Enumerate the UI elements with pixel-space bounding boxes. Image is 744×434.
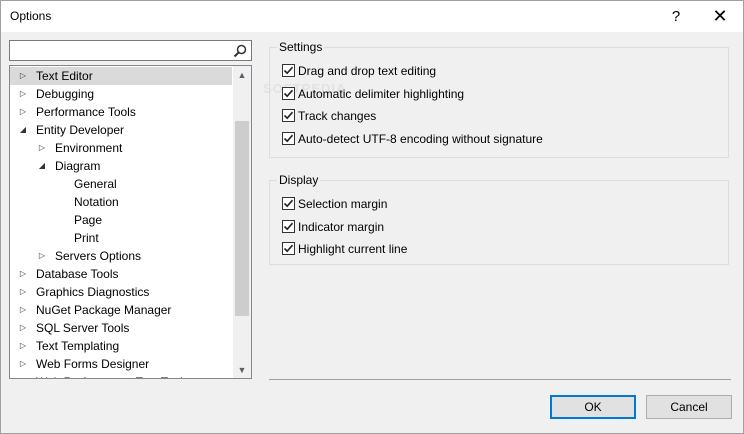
checkbox[interactable] <box>282 131 295 145</box>
checkmark-icon <box>283 111 294 120</box>
tree-item-label: General <box>74 177 117 191</box>
expand-arrow-icon[interactable]: ▷ <box>18 265 28 283</box>
expand-arrow-icon[interactable]: ▷ <box>18 355 28 373</box>
expand-arrow-icon[interactable]: ▷ <box>18 337 28 355</box>
tree-item[interactable]: ▷ NuGet Package Manager <box>10 301 232 319</box>
search-icon[interactable] <box>232 43 248 59</box>
settings-group-title: Settings <box>277 40 325 54</box>
expand-arrow-icon[interactable]: ▷ <box>37 247 47 265</box>
help-button[interactable]: ? <box>660 1 692 32</box>
tree-item[interactable]: General <box>10 175 232 193</box>
tree-item[interactable]: ▷ Servers Options <box>10 247 232 265</box>
tree-item-label: Diagram <box>55 159 101 173</box>
checkmark-icon <box>283 199 294 208</box>
checkbox-label: Selection margin <box>298 197 388 211</box>
cancel-button[interactable]: Cancel <box>646 395 732 419</box>
tree-item[interactable]: ▷ Web Forms Designer <box>10 355 232 373</box>
checkbox[interactable] <box>282 86 295 100</box>
collapse-arrow-icon[interactable]: ◢ <box>37 157 47 175</box>
tree-item-label: Notation <box>74 195 119 209</box>
tree-item[interactable]: ◢ Entity Developer <box>10 121 232 139</box>
tree-item-label: Entity Developer <box>36 123 125 137</box>
tree-item[interactable]: Notation <box>10 193 232 211</box>
options-dialog: Options ? ✕ ▷ Text Editor ▷ Debugging ▷ Perfo… <box>0 0 744 434</box>
checkbox-label: Drag and drop text editing <box>298 64 437 78</box>
scroll-thumb[interactable] <box>235 121 249 316</box>
tree-item[interactable]: ▷ Graphics Diagnostics <box>10 283 232 301</box>
title-bar: Options ? ✕ <box>1 1 743 32</box>
checkmark-icon <box>283 222 294 230</box>
tree-item[interactable]: Print <box>10 229 232 247</box>
close-icon: ✕ <box>712 6 728 26</box>
tree-item-label: Page <box>74 213 103 227</box>
expand-arrow-icon[interactable]: ▷ <box>37 139 47 157</box>
display-group-title: Display <box>277 173 321 187</box>
tree-item-label: Debugging <box>36 87 95 101</box>
tree-item[interactable]: ▷ Text Templating <box>10 337 232 355</box>
tree-item[interactable]: ▷ Environment <box>10 139 232 157</box>
tree-item[interactable]: ▷ Web Performance Test Tools <box>10 373 232 378</box>
expand-arrow-icon[interactable]: ▷ <box>18 373 28 378</box>
tree-item-label: Print <box>74 231 99 245</box>
divider <box>269 379 731 380</box>
search-box <box>9 40 252 61</box>
checkmark-icon <box>283 89 294 97</box>
tree-item-label: Text Editor <box>36 69 93 83</box>
tree-item[interactable]: ▷ Database Tools <box>10 265 232 283</box>
tree-item-label: Database Tools <box>36 267 119 281</box>
tree-item-label: SQL Server Tools <box>36 321 130 335</box>
expand-arrow-icon[interactable]: ▷ <box>18 283 28 301</box>
checkbox[interactable] <box>282 109 295 122</box>
tree-item-label: Graphics Diagnostics <box>36 285 150 299</box>
tree-item-label: NuGet Package Manager <box>36 303 172 317</box>
tree-item-label: Web Forms Designer <box>36 357 150 371</box>
tree-item-label: Web Performance Test Tools <box>36 373 189 378</box>
scroll-up-icon[interactable]: ▲ <box>233 66 251 83</box>
tree-item[interactable]: ▷ Debugging <box>10 85 232 103</box>
tree-item-label: Servers Options <box>55 249 142 263</box>
checkbox-label: Track changes <box>298 109 377 123</box>
expand-arrow-icon[interactable]: ▷ <box>18 319 28 337</box>
tree-item[interactable]: Page <box>10 211 232 229</box>
options-tree: ▷ Text Editor ▷ Debugging ▷ Performance Tools… <box>9 65 252 379</box>
checkmark-icon <box>283 134 294 142</box>
tree-item[interactable]: ▷ Text Editor <box>10 67 232 85</box>
checkbox[interactable] <box>282 64 295 77</box>
display-group: Display Selection margin Indicator margin… <box>269 173 729 265</box>
expand-arrow-icon[interactable]: ▷ <box>18 301 28 319</box>
expand-arrow-icon[interactable]: ▷ <box>18 67 28 85</box>
checkbox[interactable] <box>282 242 295 255</box>
tree-item[interactable]: ◢ Diagram <box>10 157 232 175</box>
tree-item-label: Environment <box>55 141 123 155</box>
checkbox-label: Highlight current line <box>298 242 408 256</box>
tree-list: ▷ Text Editor ▷ Debugging ▷ Performance Tools… <box>10 67 232 378</box>
search-input[interactable] <box>10 41 228 60</box>
checkbox-label: Indicator margin <box>298 219 385 234</box>
scroll-down-icon[interactable]: ▼ <box>233 361 251 378</box>
expand-arrow-icon[interactable]: ▷ <box>18 103 28 121</box>
checkmark-icon <box>283 244 294 253</box>
ok-button[interactable]: OK <box>550 395 636 419</box>
checkbox[interactable] <box>282 197 295 210</box>
close-button[interactable]: ✕ <box>704 1 736 32</box>
checkmark-icon <box>283 66 294 75</box>
tree-item[interactable]: ▷ Performance Tools <box>10 103 232 121</box>
tree-scrollbar[interactable]: ▲ ▼ <box>233 66 251 378</box>
tree-item-label: Performance Tools <box>36 105 136 119</box>
tree-item[interactable]: ▷ SQL Server Tools <box>10 319 232 337</box>
collapse-arrow-icon[interactable]: ◢ <box>18 121 28 139</box>
window-title: Options <box>10 9 52 23</box>
expand-arrow-icon[interactable]: ▷ <box>18 85 28 103</box>
checkbox-label: Auto-detect UTF-8 encoding without signa… <box>298 131 543 146</box>
checkbox-label: Automatic delimiter highlighting <box>298 86 465 101</box>
checkbox[interactable] <box>282 219 295 233</box>
tree-item-label: Text Templating <box>36 339 120 353</box>
help-icon: ? <box>671 8 681 25</box>
settings-group: Settings Drag and drop text editing Autom… <box>269 40 729 158</box>
